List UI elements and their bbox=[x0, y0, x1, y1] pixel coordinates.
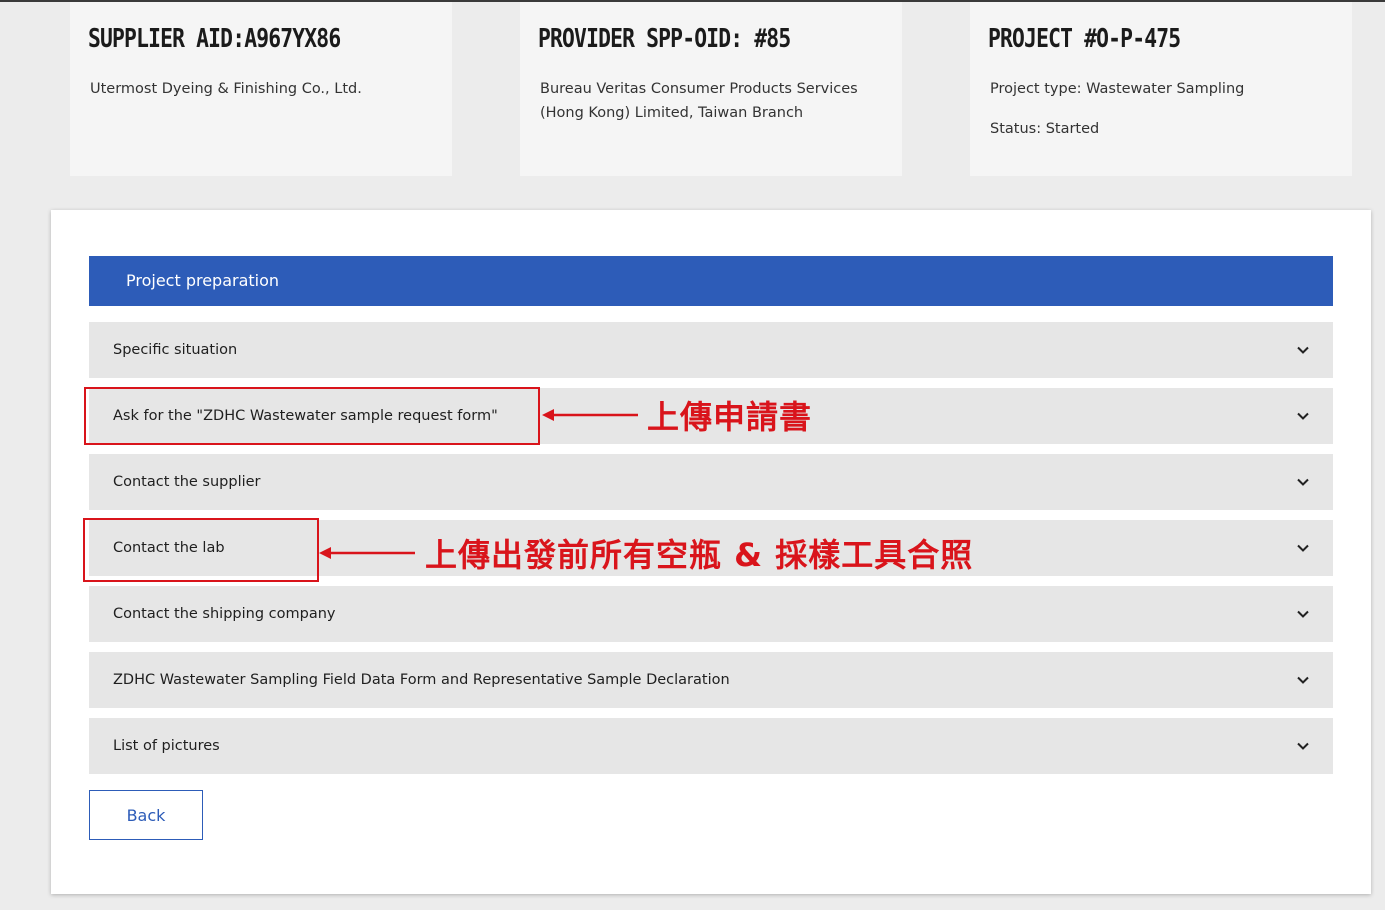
supplier-card: SUPPLIER AID:A967YX86 Utermost Dyeing & … bbox=[70, 2, 452, 176]
provider-name: Bureau Veritas Consumer Products Service… bbox=[540, 81, 858, 121]
project-title: PROJECT #O-P-475 bbox=[988, 24, 1181, 54]
provider-card: PROVIDER SPP-OID: #85 Bureau Veritas Con… bbox=[520, 2, 902, 176]
chevron-down-icon bbox=[1297, 544, 1309, 552]
project-type: Project type: Wastewater Sampling bbox=[990, 81, 1245, 97]
accordion-label: Specific situation bbox=[113, 342, 238, 358]
accordion-field-data-form[interactable]: ZDHC Wastewater Sampling Field Data Form… bbox=[89, 652, 1333, 708]
accordion-label: Contact the supplier bbox=[113, 474, 261, 490]
annotation-upload-photos: 上傳出發前所有空瓶 & 採樣工具合照 bbox=[425, 536, 974, 574]
supplier-name: Utermost Dyeing & Finishing Co., Ltd. bbox=[90, 81, 362, 97]
chevron-down-icon bbox=[1297, 676, 1309, 684]
arrow-left-icon bbox=[319, 547, 415, 559]
chevron-down-icon bbox=[1297, 478, 1309, 486]
accordion-contact-supplier[interactable]: Contact the supplier bbox=[89, 454, 1333, 510]
arrow-left-icon bbox=[542, 409, 638, 421]
chevron-down-icon bbox=[1297, 610, 1309, 618]
project-status: Status: Started bbox=[990, 121, 1100, 137]
chevron-down-icon bbox=[1297, 742, 1309, 750]
accordion-contact-shipping[interactable]: Contact the shipping company bbox=[89, 586, 1333, 642]
project-card: PROJECT #O-P-475 Project type: Wastewate… bbox=[970, 2, 1352, 176]
accordion-list-of-pictures[interactable]: List of pictures bbox=[89, 718, 1333, 774]
accordion-label: List of pictures bbox=[113, 738, 220, 754]
highlight-box-request-form bbox=[84, 387, 540, 445]
highlight-box-contact-lab bbox=[83, 518, 319, 582]
chevron-down-icon bbox=[1297, 346, 1309, 354]
accordion-specific-situation[interactable]: Specific situation bbox=[89, 322, 1333, 378]
supplier-title: SUPPLIER AID:A967YX86 bbox=[88, 24, 341, 54]
back-button[interactable]: Back bbox=[89, 790, 203, 840]
provider-title: PROVIDER SPP-OID: #85 bbox=[538, 24, 791, 54]
accordion-label: Contact the shipping company bbox=[113, 606, 336, 622]
accordion-label: ZDHC Wastewater Sampling Field Data Form… bbox=[113, 672, 730, 688]
annotation-upload-request-form: 上傳申請書 bbox=[647, 398, 813, 436]
section-header: Project preparation bbox=[89, 256, 1333, 306]
chevron-down-icon bbox=[1297, 412, 1309, 420]
